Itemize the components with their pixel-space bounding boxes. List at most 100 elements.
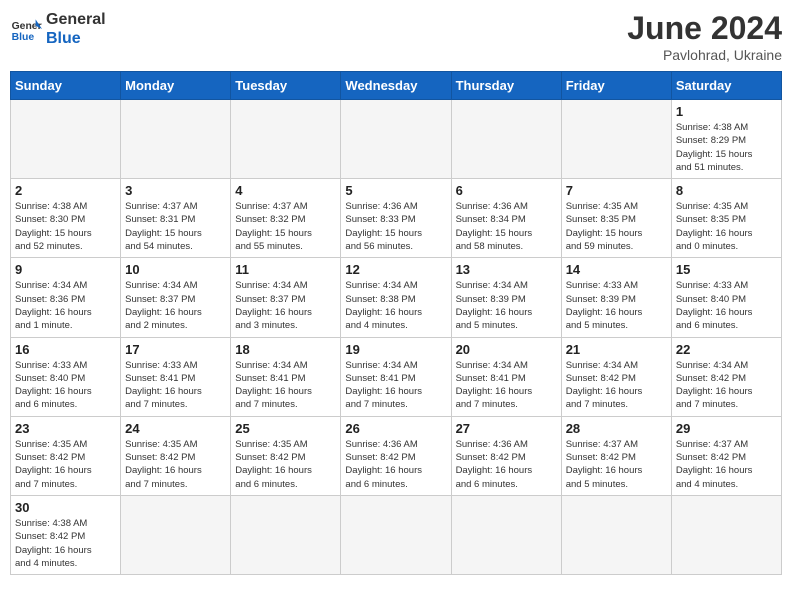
calendar-cell: 2 Sunrise: 4:38 AM Sunset: 8:30 PM Daylig…	[11, 179, 121, 258]
calendar-table: SundayMondayTuesdayWednesdayThursdayFrid…	[10, 71, 782, 575]
weekday-header-thursday: Thursday	[451, 72, 561, 100]
day-number: 5	[345, 183, 446, 198]
weekday-header-wednesday: Wednesday	[341, 72, 451, 100]
weekday-header-saturday: Saturday	[671, 72, 781, 100]
day-number: 23	[15, 421, 116, 436]
day-info: Sunrise: 4:38 AM Sunset: 8:42 PM Dayligh…	[15, 517, 116, 570]
day-info: Sunrise: 4:35 AM Sunset: 8:35 PM Dayligh…	[676, 200, 777, 253]
calendar-cell: 16 Sunrise: 4:33 AM Sunset: 8:40 PM Dayli…	[11, 337, 121, 416]
svg-text:Blue: Blue	[12, 32, 35, 43]
calendar-cell: 1 Sunrise: 4:38 AM Sunset: 8:29 PM Daylig…	[671, 100, 781, 179]
day-number: 21	[566, 342, 667, 357]
day-number: 20	[456, 342, 557, 357]
day-info: Sunrise: 4:35 AM Sunset: 8:35 PM Dayligh…	[566, 200, 667, 253]
day-number: 17	[125, 342, 226, 357]
location-subtitle: Pavlohrad, Ukraine	[627, 47, 782, 63]
calendar-cell: 29 Sunrise: 4:37 AM Sunset: 8:42 PM Dayli…	[671, 416, 781, 495]
day-info: Sunrise: 4:33 AM Sunset: 8:40 PM Dayligh…	[15, 359, 116, 412]
calendar-cell: 25 Sunrise: 4:35 AM Sunset: 8:42 PM Dayli…	[231, 416, 341, 495]
week-row-3: 16 Sunrise: 4:33 AM Sunset: 8:40 PM Dayli…	[11, 337, 782, 416]
calendar-cell: 22 Sunrise: 4:34 AM Sunset: 8:42 PM Dayli…	[671, 337, 781, 416]
day-info: Sunrise: 4:37 AM Sunset: 8:42 PM Dayligh…	[566, 438, 667, 491]
day-info: Sunrise: 4:35 AM Sunset: 8:42 PM Dayligh…	[235, 438, 336, 491]
calendar-cell	[121, 495, 231, 574]
calendar-cell	[11, 100, 121, 179]
day-number: 22	[676, 342, 777, 357]
calendar-cell	[341, 495, 451, 574]
calendar-cell	[561, 100, 671, 179]
month-title: June 2024	[627, 10, 782, 47]
day-info: Sunrise: 4:37 AM Sunset: 8:32 PM Dayligh…	[235, 200, 336, 253]
calendar-cell	[121, 100, 231, 179]
day-number: 14	[566, 262, 667, 277]
calendar-cell: 13 Sunrise: 4:34 AM Sunset: 8:39 PM Dayli…	[451, 258, 561, 337]
week-row-5: 30 Sunrise: 4:38 AM Sunset: 8:42 PM Dayli…	[11, 495, 782, 574]
day-info: Sunrise: 4:35 AM Sunset: 8:42 PM Dayligh…	[125, 438, 226, 491]
day-number: 9	[15, 262, 116, 277]
day-number: 11	[235, 262, 336, 277]
day-number: 7	[566, 183, 667, 198]
header: General Blue General Blue June 2024 Pavl…	[10, 10, 782, 63]
day-info: Sunrise: 4:37 AM Sunset: 8:31 PM Dayligh…	[125, 200, 226, 253]
day-number: 24	[125, 421, 226, 436]
calendar-cell	[231, 495, 341, 574]
day-number: 1	[676, 104, 777, 119]
week-row-4: 23 Sunrise: 4:35 AM Sunset: 8:42 PM Dayli…	[11, 416, 782, 495]
logo-general-text: General	[46, 10, 106, 29]
day-number: 15	[676, 262, 777, 277]
day-number: 12	[345, 262, 446, 277]
title-block: June 2024 Pavlohrad, Ukraine	[627, 10, 782, 63]
day-info: Sunrise: 4:34 AM Sunset: 8:41 PM Dayligh…	[456, 359, 557, 412]
day-info: Sunrise: 4:36 AM Sunset: 8:34 PM Dayligh…	[456, 200, 557, 253]
day-number: 16	[15, 342, 116, 357]
day-info: Sunrise: 4:36 AM Sunset: 8:42 PM Dayligh…	[456, 438, 557, 491]
calendar-cell: 3 Sunrise: 4:37 AM Sunset: 8:31 PM Daylig…	[121, 179, 231, 258]
weekday-header-friday: Friday	[561, 72, 671, 100]
calendar-cell: 8 Sunrise: 4:35 AM Sunset: 8:35 PM Daylig…	[671, 179, 781, 258]
day-info: Sunrise: 4:33 AM Sunset: 8:40 PM Dayligh…	[676, 279, 777, 332]
logo-icon: General Blue	[10, 13, 42, 45]
day-number: 13	[456, 262, 557, 277]
calendar-cell: 10Sunrise: 4:34 AM Sunset: 8:37 PM Dayli…	[121, 258, 231, 337]
logo: General Blue General Blue	[10, 10, 106, 48]
day-info: Sunrise: 4:34 AM Sunset: 8:39 PM Dayligh…	[456, 279, 557, 332]
calendar-cell: 28Sunrise: 4:37 AM Sunset: 8:42 PM Dayli…	[561, 416, 671, 495]
calendar-cell: 21 Sunrise: 4:34 AM Sunset: 8:42 PM Dayli…	[561, 337, 671, 416]
day-info: Sunrise: 4:34 AM Sunset: 8:41 PM Dayligh…	[345, 359, 446, 412]
weekday-header-row: SundayMondayTuesdayWednesdayThursdayFrid…	[11, 72, 782, 100]
day-number: 2	[15, 183, 116, 198]
day-number: 4	[235, 183, 336, 198]
calendar-cell	[561, 495, 671, 574]
day-info: Sunrise: 4:34 AM Sunset: 8:38 PM Dayligh…	[345, 279, 446, 332]
day-info: Sunrise: 4:34 AM Sunset: 8:42 PM Dayligh…	[676, 359, 777, 412]
day-info: Sunrise: 4:38 AM Sunset: 8:29 PM Dayligh…	[676, 121, 777, 174]
day-number: 30	[15, 500, 116, 515]
day-number: 3	[125, 183, 226, 198]
day-info: Sunrise: 4:34 AM Sunset: 8:37 PM Dayligh…	[125, 279, 226, 332]
calendar-cell: 4 Sunrise: 4:37 AM Sunset: 8:32 PM Daylig…	[231, 179, 341, 258]
calendar-cell: 17 Sunrise: 4:33 AM Sunset: 8:41 PM Dayli…	[121, 337, 231, 416]
day-number: 25	[235, 421, 336, 436]
day-info: Sunrise: 4:34 AM Sunset: 8:42 PM Dayligh…	[566, 359, 667, 412]
weekday-header-monday: Monday	[121, 72, 231, 100]
day-number: 19	[345, 342, 446, 357]
day-number: 8	[676, 183, 777, 198]
day-info: Sunrise: 4:35 AM Sunset: 8:42 PM Dayligh…	[15, 438, 116, 491]
calendar-cell: 26Sunrise: 4:36 AM Sunset: 8:42 PM Dayli…	[341, 416, 451, 495]
calendar-cell: 27Sunrise: 4:36 AM Sunset: 8:42 PM Dayli…	[451, 416, 561, 495]
calendar-cell: 7 Sunrise: 4:35 AM Sunset: 8:35 PM Daylig…	[561, 179, 671, 258]
calendar-cell: 5Sunrise: 4:36 AM Sunset: 8:33 PM Daylig…	[341, 179, 451, 258]
calendar-cell: 20 Sunrise: 4:34 AM Sunset: 8:41 PM Dayli…	[451, 337, 561, 416]
calendar-cell: 18Sunrise: 4:34 AM Sunset: 8:41 PM Dayli…	[231, 337, 341, 416]
day-number: 26	[345, 421, 446, 436]
calendar-cell: 19 Sunrise: 4:34 AM Sunset: 8:41 PM Dayli…	[341, 337, 451, 416]
calendar-cell: 14Sunrise: 4:33 AM Sunset: 8:39 PM Dayli…	[561, 258, 671, 337]
day-info: Sunrise: 4:33 AM Sunset: 8:41 PM Dayligh…	[125, 359, 226, 412]
day-info: Sunrise: 4:38 AM Sunset: 8:30 PM Dayligh…	[15, 200, 116, 253]
calendar-cell: 15 Sunrise: 4:33 AM Sunset: 8:40 PM Dayli…	[671, 258, 781, 337]
week-row-2: 9Sunrise: 4:34 AM Sunset: 8:36 PM Daylig…	[11, 258, 782, 337]
day-number: 29	[676, 421, 777, 436]
calendar-cell	[671, 495, 781, 574]
calendar-cell: 11Sunrise: 4:34 AM Sunset: 8:37 PM Dayli…	[231, 258, 341, 337]
day-info: Sunrise: 4:37 AM Sunset: 8:42 PM Dayligh…	[676, 438, 777, 491]
